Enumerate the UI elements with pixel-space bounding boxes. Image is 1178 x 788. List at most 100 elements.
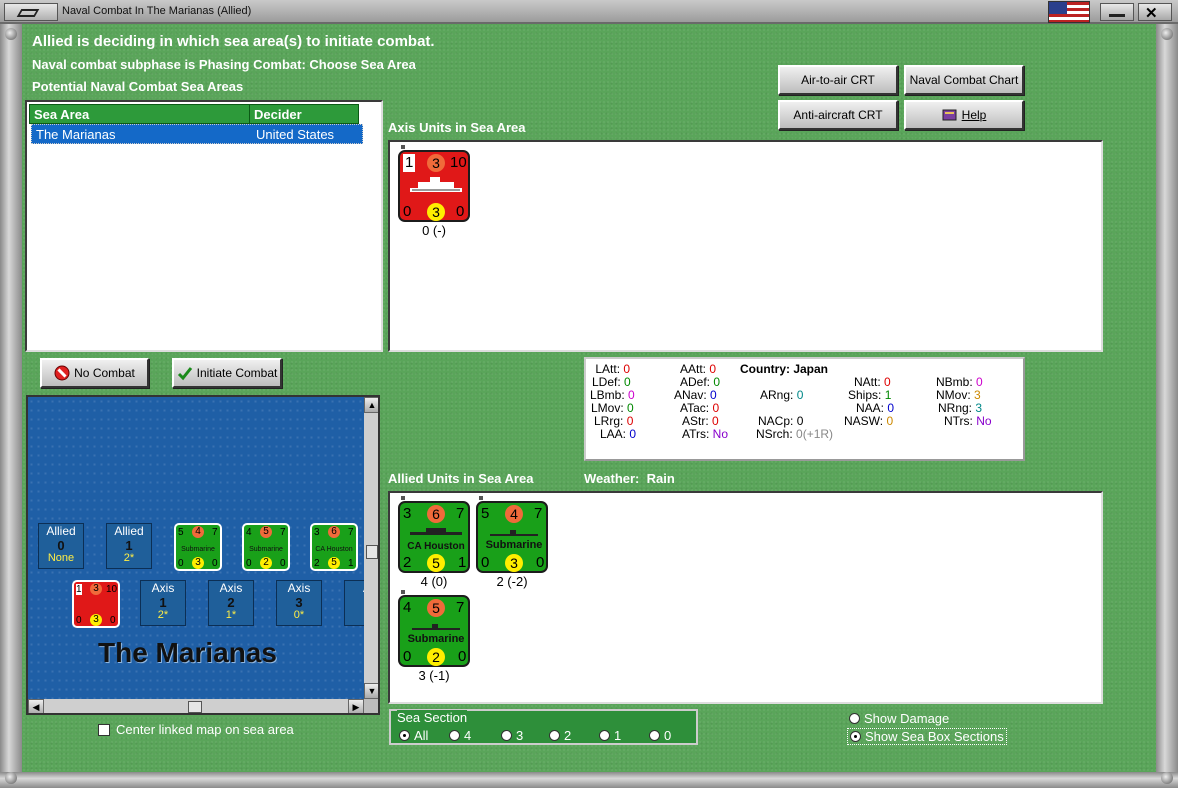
map-allied-unit[interactable]: 3 6 7 CA Houston 2 5 1 [310, 523, 358, 571]
unit-bottom-left: 0 [481, 554, 490, 571]
weather-value: Rain [646, 471, 675, 486]
stat-adef: ADef: 0 [680, 375, 721, 389]
minimize-button[interactable] [1100, 3, 1134, 21]
table-row[interactable]: The Marianas United States [31, 124, 363, 144]
weather-label: Weather: Rain [584, 471, 675, 486]
button-label: Air-to-air CRT [801, 73, 875, 87]
sea-section-option-3[interactable]: 3 [501, 728, 523, 743]
unit-top-mid: 6 [427, 505, 445, 523]
sea-section-option-0[interactable]: 0 [649, 728, 671, 743]
scroll-thumb[interactable] [366, 545, 378, 559]
scroll-thumb[interactable] [188, 701, 202, 713]
window-title: Naval Combat In The Marianas (Allied) [62, 5, 252, 17]
help-button[interactable]: Help [904, 100, 1024, 130]
checkbox-icon[interactable] [98, 724, 110, 736]
sea-area-cell: The Marianas [36, 127, 116, 142]
sea-section-option-all[interactable]: All [399, 728, 428, 743]
map-allied-unit[interactable]: 5 4 7 Submarine 0 3 0 [174, 523, 222, 571]
unit-name: Submarine [407, 633, 465, 645]
axis-unit-counter[interactable]: 1 3 10 0 3 0 [398, 150, 470, 222]
column-header-decider[interactable]: Decider [249, 104, 359, 124]
unit-caption: 0 (-) [422, 223, 446, 238]
sea-box-number: 2 [227, 595, 235, 610]
allied-unit-counter[interactable]: 5 4 7 Submarine 0 3 0 [476, 501, 548, 573]
stat-ldef: LDef: 0 [592, 375, 631, 389]
unit-name: Submarine [249, 546, 283, 553]
unit-bottom-mid: 5 [427, 554, 445, 572]
stat-atrs: ATrs: No [682, 427, 729, 441]
sea-section-option-2[interactable]: 2 [549, 728, 571, 743]
unit-top-mid: 5 [427, 599, 445, 617]
unit-name: CA Houston [407, 541, 465, 552]
sea-box-side: Axis [219, 581, 243, 595]
axis-sea-box[interactable]: Axis 2 1* [208, 580, 254, 626]
column-header-sea-area[interactable]: Sea Area [29, 104, 251, 124]
show-damage-option[interactable]: Show Damage [847, 711, 951, 726]
air-to-air-crt-button[interactable]: Air-to-air CRT [778, 65, 898, 95]
scroll-up-icon[interactable]: ▲ [364, 397, 378, 413]
allied-sea-box[interactable]: Allied 1 2* [106, 523, 152, 569]
unit-stats-panel: LAtt: 0 LDef: 0 LBmb: 0 LMov: 0 LRrg: 0 … [584, 357, 1025, 461]
minimize-icon [1109, 14, 1125, 17]
radio-icon[interactable] [501, 730, 512, 741]
map-horizontal-scrollbar[interactable]: ◀ ▶ [28, 699, 364, 713]
sea-area-table[interactable]: Sea Area Decider The Marianas United Sta… [25, 100, 383, 352]
axis-sea-box[interactable]: Axis 1 2* [140, 580, 186, 626]
anti-aircraft-crt-button[interactable]: Anti-aircraft CRT [778, 100, 898, 130]
submarine-icon [412, 624, 460, 630]
center-map-checkbox[interactable]: Center linked map on sea area [98, 722, 294, 737]
unit-bottom-mid: 3 [427, 203, 445, 221]
sea-section-option-4[interactable]: 4 [449, 728, 471, 743]
map-title: The Marianas [98, 637, 277, 668]
radio-selected-icon[interactable] [850, 731, 861, 742]
unit-bottom-right: 0 [456, 203, 465, 220]
unit-top-mid: 4 [505, 505, 523, 523]
map-axis-unit[interactable]: 1 3 10 0 3 0 [72, 580, 120, 628]
allied-sea-box[interactable]: Allied 0 None [38, 523, 84, 569]
radio-icon[interactable] [849, 713, 860, 724]
stat-astr: AStr: 0 [682, 414, 719, 428]
show-sea-box-sections-option[interactable]: Show Sea Box Sections [847, 728, 1007, 745]
map-allied-unit[interactable]: 4 5 7 Submarine 0 2 0 [242, 523, 290, 571]
submarine-icon [490, 530, 538, 536]
map-vertical-scrollbar[interactable]: ▲ ▼ [364, 397, 378, 699]
unit-name: Submarine [485, 539, 543, 551]
unit-caption: 3 (-1) [418, 668, 450, 683]
stat-ships: Ships: 1 [848, 388, 892, 402]
close-button[interactable]: ✕ [1138, 3, 1172, 22]
sea-map-view[interactable]: Allied 0 None Allied 1 2* 5 4 7 Submarin… [28, 397, 378, 699]
sea-box-status: None [47, 552, 75, 564]
radio-selected-icon[interactable] [399, 730, 410, 741]
stat-lmov: LMov: 0 [591, 401, 634, 415]
unit-top-left: 4 [403, 599, 412, 616]
unit-bottom-right: 1 [458, 554, 467, 571]
title-bar: Naval Combat In The Marianas (Allied) ✕ [0, 0, 1178, 24]
radio-icon[interactable] [599, 730, 610, 741]
naval-combat-chart-button[interactable]: Naval Combat Chart [904, 65, 1024, 95]
no-combat-button[interactable]: No Combat [40, 358, 149, 388]
initiate-combat-button[interactable]: Initiate Combat [172, 358, 282, 388]
sea-box-status: 2* [157, 609, 169, 621]
button-label: Initiate Combat [196, 366, 278, 380]
unit-bottom-right: 0 [536, 554, 545, 571]
radio-icon[interactable] [549, 730, 560, 741]
sea-area-map[interactable]: Allied 0 None Allied 1 2* 5 4 7 Submarin… [26, 395, 380, 715]
system-menu-button[interactable] [4, 3, 58, 21]
sea-box-status: 1* [225, 609, 237, 621]
sea-box-side: Axis [287, 581, 311, 595]
allied-units-panel: 3 6 7 CA Houston 2 5 1 4 (0) 5 4 7 Subma… [388, 491, 1103, 704]
cruiser-icon [410, 528, 462, 535]
button-label: Anti-aircraft CRT [793, 108, 883, 122]
allied-unit-counter[interactable]: 4 5 7 Submarine 0 2 0 [398, 595, 470, 667]
allied-unit-counter[interactable]: 3 6 7 CA Houston 2 5 1 [398, 501, 470, 573]
scroll-right-icon[interactable]: ▶ [348, 699, 364, 713]
scroll-left-icon[interactable]: ◀ [28, 699, 44, 713]
unit-name: CA Houston [315, 546, 353, 553]
radio-icon[interactable] [449, 730, 460, 741]
radio-icon[interactable] [649, 730, 660, 741]
scroll-down-icon[interactable]: ▼ [364, 683, 378, 699]
axis-sea-box[interactable]: Axis 3 0* [276, 580, 322, 626]
sea-section-option-1[interactable]: 1 [599, 728, 621, 743]
stat-nbmb: NBmb: 0 [936, 375, 983, 389]
sea-box-status: 0* [293, 609, 305, 621]
